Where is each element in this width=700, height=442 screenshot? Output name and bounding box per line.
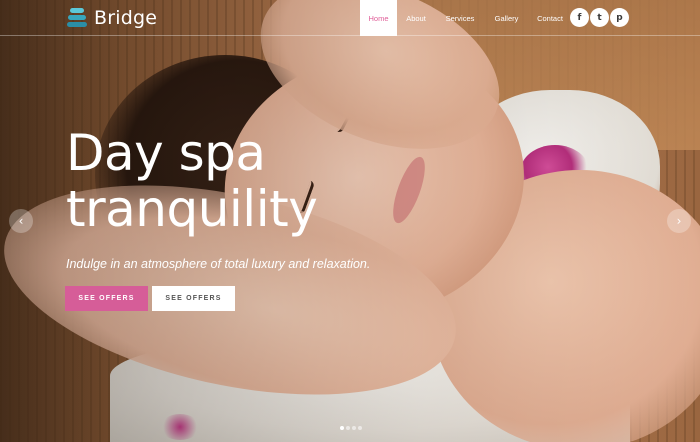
site-header: Bridge Home About Services Gallery Conta… xyxy=(0,0,700,36)
slider-dot[interactable] xyxy=(358,426,362,430)
social-links: f t p xyxy=(570,8,630,27)
pinterest-icon[interactable]: p xyxy=(610,8,629,27)
nav-item-gallery[interactable]: Gallery xyxy=(485,0,528,36)
see-offers-button-secondary[interactable]: SEE OFFERS xyxy=(152,286,235,311)
slider-dot[interactable] xyxy=(352,426,356,430)
nav-item-about[interactable]: About xyxy=(397,0,435,36)
nav-item-home[interactable]: Home xyxy=(360,0,397,36)
hero-headline: Day spa tranquility xyxy=(66,124,318,238)
logo-text: Bridge xyxy=(94,7,158,29)
twitter-icon[interactable]: t xyxy=(590,8,609,27)
hero-subtitle: Indulge in an atmosphere of total luxury… xyxy=(66,257,371,271)
slider-dot[interactable] xyxy=(346,426,350,430)
chevron-right-icon[interactable]: › xyxy=(667,209,691,233)
nav-item-contact[interactable]: Contact xyxy=(528,0,572,36)
nav-item-services[interactable]: Services xyxy=(435,0,485,36)
see-offers-button-primary[interactable]: SEE OFFERS xyxy=(65,286,148,311)
hero-headline-line-1: Day spa xyxy=(66,124,266,182)
hero-headline-line-2: tranquility xyxy=(66,180,318,238)
chevron-left-icon[interactable]: ‹ xyxy=(9,209,33,233)
slider-pagination xyxy=(340,426,364,430)
main-nav: Home About Services Gallery Contact xyxy=(360,0,572,36)
facebook-icon[interactable]: f xyxy=(570,8,589,27)
logo[interactable]: Bridge xyxy=(66,7,157,29)
stones-logo-icon xyxy=(66,7,88,29)
slider-dot[interactable] xyxy=(340,426,344,430)
